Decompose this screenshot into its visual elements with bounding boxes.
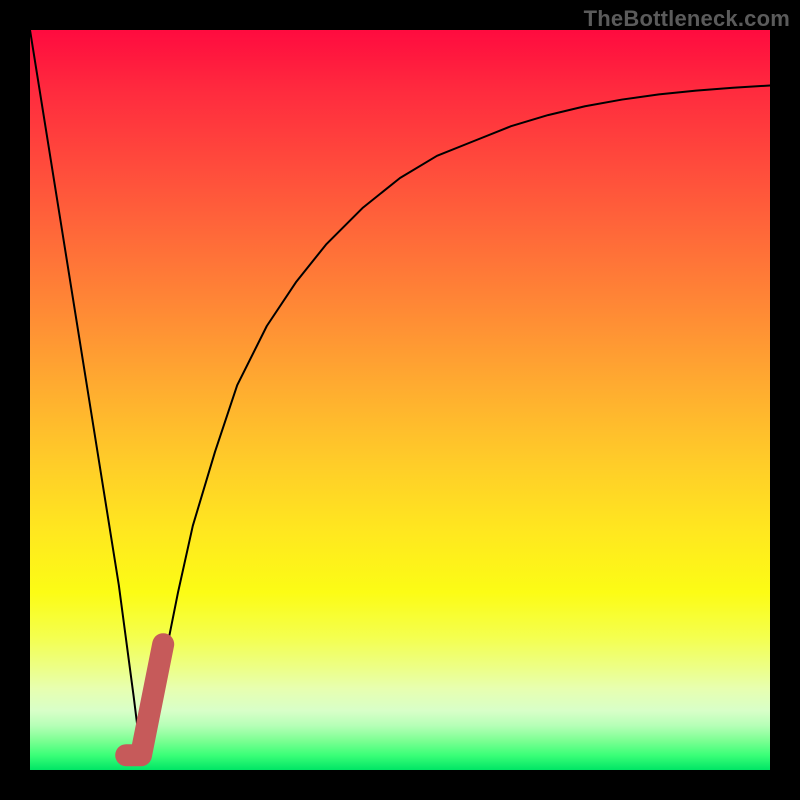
watermark-text: TheBottleneck.com <box>584 6 790 32</box>
chart-frame: TheBottleneck.com <box>0 0 800 800</box>
curve-line <box>30 30 770 755</box>
chart-svg <box>30 30 770 770</box>
highlight-segment <box>126 644 163 755</box>
